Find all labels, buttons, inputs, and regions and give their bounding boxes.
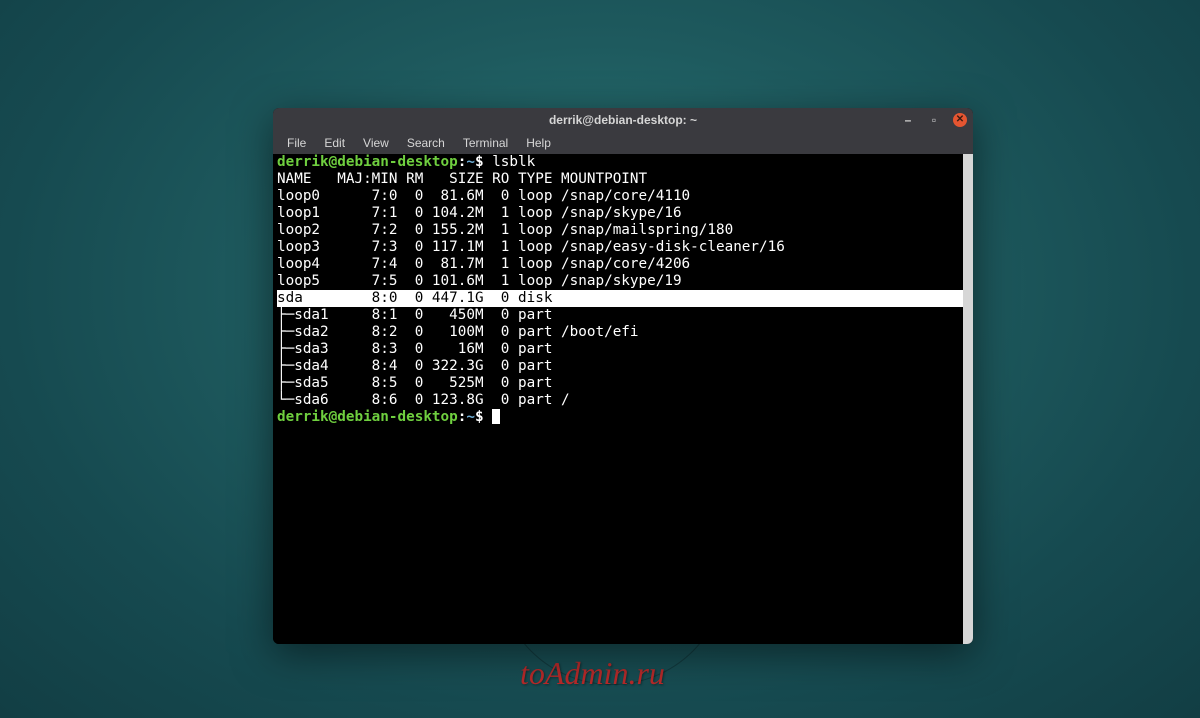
menu-help[interactable]: Help [518,134,559,152]
terminal-cursor [492,409,500,424]
menu-edit[interactable]: Edit [316,134,353,152]
window-controls: – ▫ ✕ [901,108,967,132]
terminal-scrollbar[interactable] [963,154,973,644]
menu-search[interactable]: Search [399,134,453,152]
minimize-button[interactable]: – [901,113,915,127]
menu-view[interactable]: View [355,134,397,152]
window-titlebar[interactable]: derrik@debian-desktop: ~ – ▫ ✕ [273,108,973,132]
terminal-window: derrik@debian-desktop: ~ – ▫ ✕ File Edit… [273,108,973,644]
menu-file[interactable]: File [279,134,314,152]
terminal-output[interactable]: derrik@debian-desktop:~$ lsblkNAME MAJ:M… [273,154,973,426]
menu-terminal[interactable]: Terminal [455,134,516,152]
terminal-body[interactable]: derrik@debian-desktop:~$ lsblkNAME MAJ:M… [273,154,973,644]
watermark-text: toAdmin.ru [520,655,665,692]
maximize-button[interactable]: ▫ [927,113,941,127]
window-title: derrik@debian-desktop: ~ [549,113,697,127]
menubar: File Edit View Search Terminal Help [273,132,973,154]
close-button[interactable]: ✕ [953,113,967,127]
